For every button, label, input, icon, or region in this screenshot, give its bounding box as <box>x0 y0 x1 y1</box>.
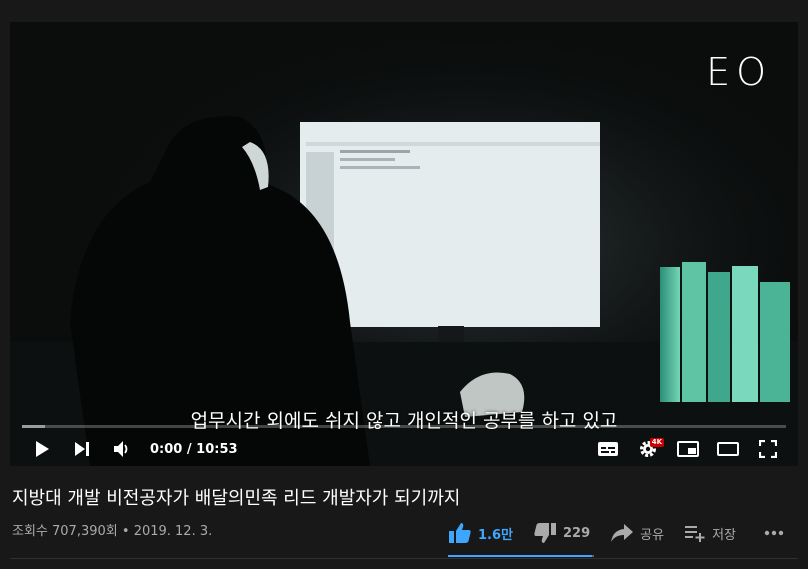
subtitles-button[interactable] <box>588 432 628 466</box>
settings-button[interactable]: 4K <box>628 432 668 466</box>
like-ratio-bar <box>448 555 594 557</box>
share-button[interactable]: 공유 <box>610 515 664 551</box>
volume-icon <box>114 441 128 457</box>
fullscreen-icon <box>759 440 777 458</box>
channel-watermark-logo[interactable]: EO <box>706 50 772 94</box>
time-separator: / <box>186 441 197 457</box>
video-metadata: 조회수 707,390회 • 2019. 12. 3. <box>12 520 212 539</box>
more-actions-button[interactable] <box>764 515 784 551</box>
thumbs-down-icon <box>534 523 556 543</box>
quality-badge: 4K <box>649 438 664 447</box>
playlist-add-icon <box>685 526 705 542</box>
theater-mode-button[interactable] <box>708 432 748 466</box>
divider <box>10 558 798 559</box>
fullscreen-button[interactable] <box>748 432 788 466</box>
theater-mode-icon <box>717 442 739 456</box>
time-current: 0:00 <box>150 441 183 457</box>
more-horizontal-icon <box>764 530 784 536</box>
mute-button[interactable] <box>102 432 142 466</box>
next-button[interactable] <box>62 432 102 466</box>
meta-separator: • <box>121 524 130 539</box>
like-count: 1.6만 <box>478 527 513 543</box>
video-player[interactable]: EO 업무시간 외에도 쉬지 않고 개인적인 공부를 하고 있고 0:00 / … <box>10 22 798 466</box>
progress-bar[interactable] <box>22 425 786 428</box>
view-count: 조회수 707,390회 <box>12 524 118 539</box>
watch-page: EO 업무시간 외에도 쉬지 않고 개인적인 공부를 하고 있고 0:00 / … <box>0 0 808 569</box>
play-button[interactable] <box>22 432 62 466</box>
save-button[interactable]: 저장 <box>684 515 736 551</box>
dislike-count: 229 <box>563 525 591 541</box>
video-frame[interactable] <box>10 22 798 466</box>
miniplayer-button[interactable] <box>668 432 708 466</box>
share-label: 공유 <box>640 527 665 543</box>
player-controls-right: 4K <box>588 432 788 466</box>
miniplayer-icon <box>677 441 699 457</box>
subtitles-icon <box>598 442 618 456</box>
video-title: 지방대 개발 비전공자가 배달의민족 리드 개발자가 되기까지 <box>12 488 461 509</box>
skip-next-icon <box>75 442 89 456</box>
player-controls: 0:00 / 10:53 4K <box>10 432 798 466</box>
share-icon <box>611 524 634 542</box>
play-icon <box>36 441 49 457</box>
upload-date: 2019. 12. 3. <box>133 524 213 539</box>
dislike-button[interactable]: 229 <box>533 515 590 551</box>
like-button[interactable]: 1.6만 <box>448 515 513 551</box>
video-actions: 1.6만 229 공유 저장 <box>448 515 784 551</box>
thumbs-up-icon <box>449 523 471 543</box>
progress-buffered <box>22 425 45 428</box>
caption-text: 업무시간 외에도 쉬지 않고 개인적인 공부를 하고 있고 <box>190 410 618 432</box>
time-total: 10:53 <box>196 441 238 457</box>
save-label: 저장 <box>712 527 736 543</box>
like-ratio-fill <box>448 555 592 557</box>
time-display: 0:00 / 10:53 <box>150 442 238 457</box>
